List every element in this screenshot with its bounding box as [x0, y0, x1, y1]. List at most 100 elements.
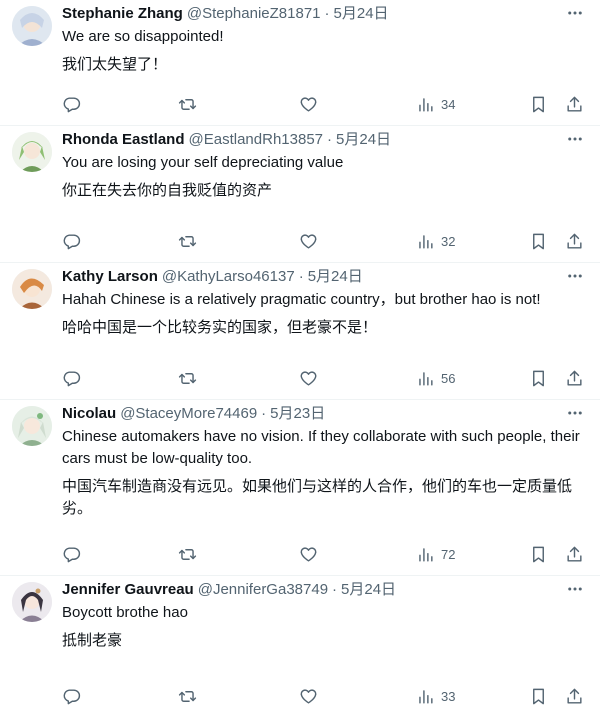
author-name[interactable]: Nicolau	[62, 404, 116, 424]
more-icon[interactable]	[564, 579, 586, 599]
timestamp[interactable]: 5月23日	[270, 404, 325, 424]
avatar[interactable]	[12, 406, 52, 446]
bookmark-icon	[533, 96, 544, 112]
retweet-button[interactable]	[178, 230, 197, 252]
author-handle[interactable]: @EastlandRh13857	[189, 130, 324, 150]
views-count: 33	[441, 688, 456, 704]
like-button[interactable]	[299, 543, 318, 565]
reply-button[interactable]	[62, 93, 81, 115]
reply-icon	[63, 546, 81, 562]
like-icon	[300, 370, 317, 386]
share-button[interactable]	[565, 230, 584, 252]
views-icon	[419, 547, 433, 562]
author-handle[interactable]: @StaceyMore74469	[120, 404, 257, 424]
views-button[interactable]: 34	[416, 93, 455, 115]
tweet[interactable]: Jennifer Gauvreau @JenniferGa38749 · 5月2…	[0, 576, 600, 717]
views-count: 56	[441, 370, 456, 386]
share-button[interactable]	[565, 543, 584, 565]
share-button[interactable]	[565, 685, 584, 707]
tweet-feed: Stephanie Zhang @StephanieZ81871 · 5月24日…	[0, 0, 600, 717]
more-icon[interactable]	[564, 403, 586, 423]
like-button[interactable]	[299, 367, 318, 389]
tweet-translation: 中国汽车制造商没有远见。如果他们与这样的人合作，他们的车也一定质量低劣。	[62, 478, 573, 517]
timestamp[interactable]: 5月24日	[341, 580, 396, 600]
action-bar: 72	[62, 543, 588, 565]
separator: ·	[327, 131, 333, 148]
separator: ·	[298, 268, 304, 285]
retweet-button[interactable]	[178, 367, 197, 389]
bookmark-icon	[533, 370, 544, 386]
separator: ·	[332, 581, 338, 598]
reply-button[interactable]	[62, 543, 81, 565]
action-bar: 33	[62, 685, 588, 707]
tweet-translation: 哈哈中国是一个比较务实的国家，但老豪不是！	[62, 319, 378, 336]
share-icon	[567, 688, 582, 704]
share-button[interactable]	[565, 93, 584, 115]
views-button[interactable]: 33	[416, 685, 455, 707]
bookmark-button[interactable]	[529, 230, 548, 252]
author-handle[interactable]: @StephanieZ81871	[187, 4, 321, 24]
retweet-button[interactable]	[178, 543, 197, 565]
like-icon	[300, 688, 317, 704]
tweet[interactable]: Kathy Larson @KathyLarso46137 · 5月24日 Ha…	[0, 263, 600, 400]
retweet-button[interactable]	[178, 93, 197, 115]
timestamp[interactable]: 5月24日	[334, 4, 389, 24]
reply-button[interactable]	[62, 685, 81, 707]
avatar[interactable]	[12, 6, 52, 46]
author-handle[interactable]: @KathyLarso46137	[162, 267, 295, 287]
like-button[interactable]	[299, 685, 318, 707]
separator: ·	[261, 405, 267, 422]
avatar[interactable]	[12, 269, 52, 309]
retweet-icon	[178, 548, 197, 560]
share-button[interactable]	[565, 367, 584, 389]
author-name[interactable]: Rhonda Eastland	[62, 130, 185, 150]
avatar[interactable]	[12, 582, 52, 622]
reply-button[interactable]	[62, 367, 81, 389]
bookmark-icon	[533, 688, 544, 704]
reply-button[interactable]	[62, 230, 81, 252]
timestamp[interactable]: 5月24日	[336, 130, 391, 150]
tweet[interactable]: Rhonda Eastland @EastlandRh13857 · 5月24日…	[0, 126, 600, 263]
tweet-text: Boycott brothe hao	[62, 604, 188, 621]
reply-icon	[63, 96, 81, 112]
views-count: 34	[441, 96, 456, 112]
action-bar: 32	[62, 230, 588, 252]
views-button[interactable]: 32	[416, 230, 455, 252]
tweet-translation: 你正在失去你的自我贬值的资产	[62, 182, 273, 199]
more-icon[interactable]	[564, 129, 586, 149]
reply-icon	[63, 688, 81, 704]
bookmark-button[interactable]	[529, 93, 548, 115]
reply-icon	[63, 233, 81, 249]
separator: ·	[324, 5, 330, 22]
tweet[interactable]: Stephanie Zhang @StephanieZ81871 · 5月24日…	[0, 0, 600, 126]
reply-icon	[63, 370, 81, 386]
author-handle[interactable]: @JenniferGa38749	[198, 580, 328, 600]
bookmark-button[interactable]	[529, 367, 548, 389]
share-icon	[567, 370, 582, 386]
timestamp[interactable]: 5月24日	[308, 267, 363, 287]
like-icon	[300, 233, 317, 249]
like-button[interactable]	[299, 230, 318, 252]
bookmark-icon	[533, 233, 544, 249]
retweet-button[interactable]	[178, 685, 197, 707]
views-icon	[419, 234, 433, 249]
share-icon	[567, 96, 582, 112]
like-button[interactable]	[299, 93, 318, 115]
retweet-icon	[178, 372, 197, 384]
tweet-text: We are so disappointed!	[62, 28, 224, 45]
views-button[interactable]: 56	[416, 367, 455, 389]
like-icon	[300, 546, 317, 562]
more-icon[interactable]	[564, 266, 586, 286]
like-icon	[300, 96, 317, 112]
author-name[interactable]: Stephanie Zhang	[62, 4, 183, 24]
avatar[interactable]	[12, 132, 52, 172]
bookmark-button[interactable]	[529, 685, 548, 707]
tweet-translation: 抵制老豪	[62, 632, 123, 649]
views-button[interactable]: 72	[416, 543, 455, 565]
tweet[interactable]: Nicolau @StaceyMore74469 · 5月23日 Chinese…	[0, 400, 600, 576]
author-name[interactable]: Kathy Larson	[62, 267, 158, 287]
more-icon[interactable]	[564, 3, 586, 23]
author-name[interactable]: Jennifer Gauvreau	[62, 580, 194, 600]
views-count: 32	[441, 233, 456, 249]
bookmark-button[interactable]	[529, 543, 548, 565]
